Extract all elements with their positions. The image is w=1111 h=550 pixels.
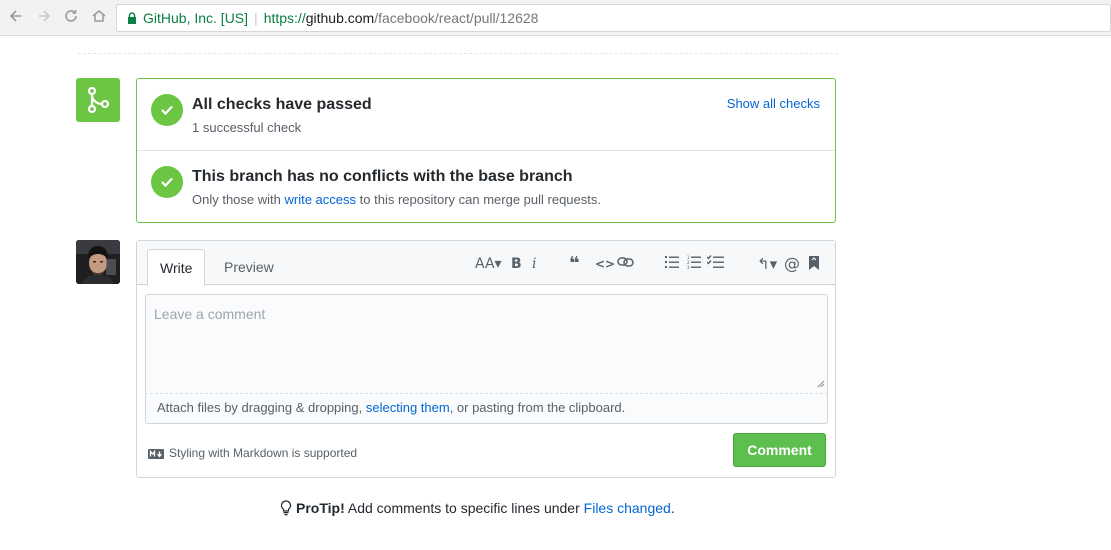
git-merge-icon bbox=[76, 78, 120, 122]
italic-icon[interactable]: i bbox=[532, 255, 536, 273]
arrow-right-icon[interactable] bbox=[34, 8, 54, 28]
task-list-icon[interactable] bbox=[706, 255, 725, 273]
checks-title: All checks have passed bbox=[192, 96, 372, 113]
check-circle-icon bbox=[151, 94, 183, 126]
show-all-checks-link[interactable]: Show all checks bbox=[727, 96, 820, 111]
bookmark-icon[interactable] bbox=[808, 255, 820, 273]
files-changed-link[interactable]: Files changed bbox=[584, 500, 671, 516]
secure-label: GitHub, Inc. [US] bbox=[143, 10, 249, 26]
url-path: /facebook/react/pull/12628 bbox=[374, 10, 539, 26]
arrow-left-icon[interactable] bbox=[6, 8, 26, 28]
url-scheme: https:// bbox=[263, 10, 306, 26]
address-separator: | bbox=[254, 10, 258, 26]
avatar[interactable] bbox=[76, 240, 120, 284]
comment-submit-button[interactable]: Comment bbox=[733, 433, 826, 467]
comment-form: Write Preview AA▾ B i ❝ <> 123 ↰▾ @ Leav… bbox=[136, 240, 836, 478]
attach-prefix: Attach files by dragging & dropping, bbox=[157, 400, 366, 415]
tab-write[interactable]: Write bbox=[147, 249, 206, 286]
markdown-note[interactable]: Styling with Markdown is supported bbox=[148, 446, 357, 462]
checks-subtitle: 1 successful check bbox=[192, 120, 302, 135]
protip: ProTip! Add comments to specific lines u… bbox=[280, 500, 675, 519]
ordered-list-icon[interactable]: 123 bbox=[687, 255, 701, 273]
checks-row: All checks have passed 1 successful chec… bbox=[137, 79, 835, 151]
protip-label: ProTip! bbox=[296, 500, 345, 516]
browser-toolbar: GitHub, Inc. [US] | https://github.com/fac… bbox=[0, 0, 1111, 36]
bold-icon[interactable]: B bbox=[511, 255, 522, 273]
markdown-icon bbox=[148, 448, 164, 462]
attach-files-bar[interactable]: Attach files by dragging & dropping, sel… bbox=[145, 394, 828, 424]
mention-icon[interactable]: @ bbox=[784, 255, 800, 273]
link-icon[interactable] bbox=[617, 255, 635, 273]
comment-tab-strip: Write Preview AA▾ B i ❝ <> 123 ↰▾ @ bbox=[137, 241, 835, 286]
address-bar[interactable]: GitHub, Inc. [US] | https://github.com/fac… bbox=[116, 4, 1111, 32]
check-circle-icon bbox=[151, 166, 183, 198]
reply-icon[interactable]: ↰▾ bbox=[757, 255, 777, 273]
conflicts-sub-prefix: Only those with bbox=[192, 192, 285, 207]
conflicts-sub-suffix: to this repository can merge pull reques… bbox=[356, 192, 601, 207]
light-bulb-icon bbox=[280, 500, 292, 519]
conflicts-row: This branch has no conflicts with the ba… bbox=[137, 151, 835, 222]
selecting-them-link[interactable]: selecting them bbox=[366, 400, 450, 415]
protip-text: Add comments to specific lines under bbox=[344, 500, 584, 516]
comment-placeholder: Leave a comment bbox=[154, 306, 266, 322]
reload-icon[interactable] bbox=[61, 8, 81, 28]
text-size-icon[interactable]: AA▾ bbox=[475, 255, 502, 273]
unordered-list-icon[interactable] bbox=[665, 255, 679, 273]
write-access-link[interactable]: write access bbox=[285, 192, 357, 207]
conflicts-subtitle: Only those with write access to this rep… bbox=[192, 192, 601, 207]
markdown-note-text: Styling with Markdown is supported bbox=[169, 446, 358, 460]
faded-timeline-text bbox=[78, 40, 838, 54]
comment-textarea[interactable]: Leave a comment bbox=[145, 294, 828, 394]
merge-status-panel: All checks have passed 1 successful chec… bbox=[136, 78, 836, 223]
attach-suffix: , or pasting from the clipboard. bbox=[449, 400, 626, 415]
svg-text:3: 3 bbox=[687, 265, 690, 269]
url-host: github.com bbox=[305, 10, 375, 26]
tab-preview[interactable]: Preview bbox=[212, 249, 286, 285]
quote-icon[interactable]: ❝ bbox=[569, 255, 580, 273]
code-icon[interactable]: <> bbox=[595, 255, 615, 273]
home-icon[interactable] bbox=[89, 8, 109, 28]
conflicts-title: This branch has no conflicts with the ba… bbox=[192, 168, 573, 185]
lock-icon bbox=[127, 7, 137, 33]
protip-end: . bbox=[670, 500, 675, 516]
resize-handle-icon[interactable] bbox=[817, 375, 825, 391]
